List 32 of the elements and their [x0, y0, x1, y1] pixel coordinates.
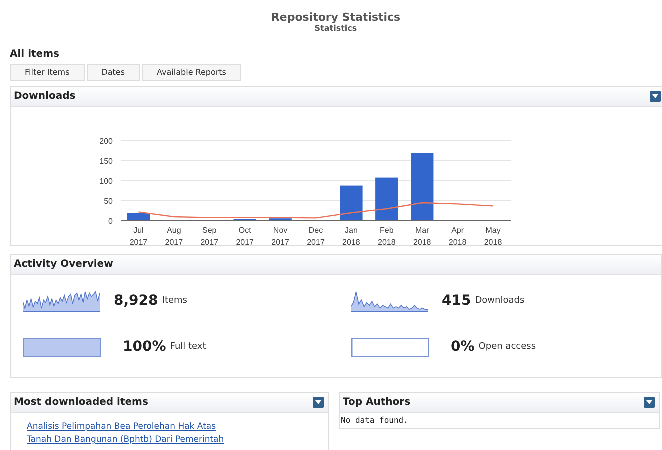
- stat-label: Items: [162, 296, 188, 306]
- stat-label: Open access: [478, 342, 536, 352]
- axis-tick-label: 0: [108, 217, 113, 226]
- axis-category-label: Sep 2017: [200, 226, 219, 247]
- panel-title: Top Authors: [343, 397, 411, 408]
- panel-title: Activity Overview: [14, 259, 114, 270]
- axis-tick-label: 150: [100, 157, 113, 166]
- axis-category-label: May 2018: [484, 226, 502, 247]
- axis-category-label: Mar 2018: [413, 226, 432, 247]
- axis-tick-label: 50: [104, 197, 113, 206]
- page-title: Repository Statistics: [270, 11, 402, 24]
- axis-tick-label: 200: [100, 137, 113, 146]
- axis-category-label: Apr 2018: [448, 226, 467, 247]
- stat-value: 100%: [123, 339, 166, 355]
- page-subtitle: Statistics: [314, 24, 358, 34]
- axis-category-label: Jan 2018: [342, 226, 360, 247]
- panel-title: Most downloaded items: [14, 397, 148, 408]
- axis-tick-label: 100: [100, 177, 113, 186]
- axis-category-label: Dec 2017: [307, 226, 325, 247]
- stat-label: Downloads: [475, 296, 525, 306]
- axis-category-label: Nov 2017: [272, 226, 290, 247]
- axis-category-label: Feb 2018: [378, 226, 396, 247]
- axis-category-label: Oct 2017: [236, 226, 254, 247]
- empty-message: No data found.: [340, 415, 410, 427]
- stat-value: 415: [442, 293, 472, 309]
- axis-category-label: Jul 2017: [130, 226, 148, 247]
- stat-value: 0%: [451, 339, 475, 355]
- stat-value: 8,928: [114, 293, 158, 309]
- panel-title: Downloads: [14, 91, 76, 102]
- section-heading: All items: [10, 49, 60, 61]
- stat-label: Full text: [170, 342, 206, 352]
- axis-category-label: Aug 2017: [165, 226, 184, 247]
